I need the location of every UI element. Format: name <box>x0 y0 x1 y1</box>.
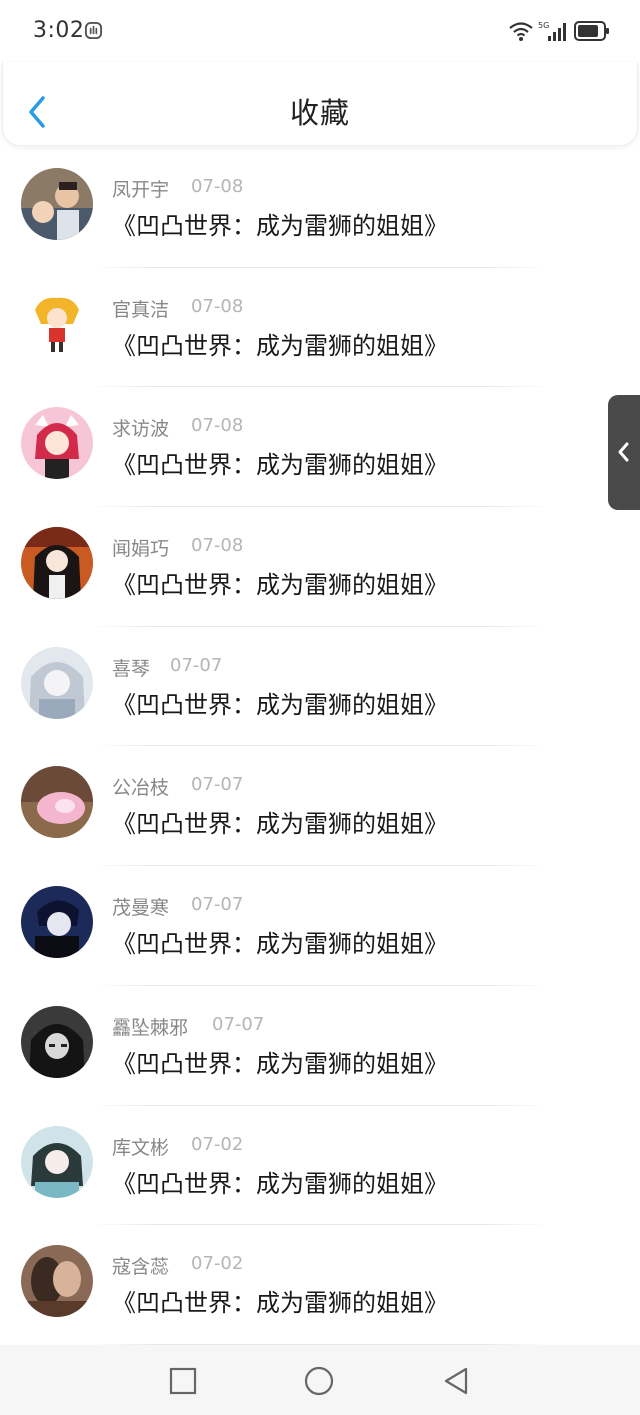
header-bar: 收藏 <box>2 62 638 146</box>
item-date: 07-08 <box>191 176 244 197</box>
recents-square-icon[interactable] <box>167 1365 199 1397</box>
back-triangle-icon[interactable] <box>440 1365 472 1397</box>
avatar <box>21 1005 93 1078</box>
item-date: 07-08 <box>191 295 244 317</box>
wifi-icon <box>509 22 533 41</box>
battery-icon <box>574 21 609 41</box>
user-name: 凤开宇 <box>112 179 170 201</box>
home-circle-icon[interactable] <box>303 1365 335 1397</box>
avatar <box>21 287 93 360</box>
item-date: 07-07 <box>191 894 244 916</box>
list-item[interactable]: 靐坠棘邪 07-07 《凹凸世界：成为雷狮的姐姐》 <box>0 986 640 1106</box>
avatar <box>21 766 93 839</box>
item-date: 07-07 <box>212 1013 265 1035</box>
user-name: 公冶枝 <box>112 777 170 800</box>
item-title: 《凹凸世界：成为雷狮的姐姐》 <box>112 930 448 959</box>
item-title: 《凹凸世界：成为雷狮的姐姐》 <box>112 1289 448 1318</box>
app-notification-icon <box>84 21 103 40</box>
signal-icon: 5G <box>538 21 566 41</box>
item-title: 《凹凸世界：成为雷狮的姐姐》 <box>112 451 448 480</box>
status-time: 3:02 <box>33 18 85 43</box>
item-title: 《凹凸世界：成为雷狮的姐姐》 <box>112 810 448 839</box>
item-date: 07-02 <box>191 1133 244 1155</box>
item-title: 《凹凸世界：成为雷狮的姐姐》 <box>112 331 448 360</box>
user-name: 茂曼寒 <box>112 897 170 920</box>
user-name: 寇含蕊 <box>112 1256 170 1279</box>
item-date: 07-08 <box>191 415 244 437</box>
user-name: 靐坠棘邪 <box>112 1016 189 1039</box>
list-item[interactable]: 闻娟巧 07-08 《凹凸世界：成为雷狮的姐姐》 <box>0 507 640 627</box>
user-name: 库文彬 <box>112 1136 170 1159</box>
page-title: 收藏 <box>289 96 350 130</box>
list-item[interactable]: 茂曼寒 07-07 《凹凸世界：成为雷狮的姐姐》 <box>0 866 640 986</box>
list-item[interactable]: 官真洁 07-08 《凹凸世界：成为雷狮的姐姐》 <box>0 268 640 388</box>
item-date: 07-08 <box>191 535 244 557</box>
user-name: 闻娟巧 <box>112 538 170 561</box>
avatar <box>21 1125 93 1198</box>
item-title: 《凹凸世界：成为雷狮的姐姐》 <box>112 690 448 719</box>
user-name: 喜琴 <box>112 657 151 680</box>
user-name: 求访波 <box>112 418 170 441</box>
item-date: 07-07 <box>170 654 223 676</box>
list-item[interactable]: 喜琴 07-07 《凹凸世界：成为雷狮的姐姐》 <box>0 627 640 747</box>
list-item[interactable]: 寇含蕊 07-02 《凹凸世界：成为雷狮的姐姐》 <box>0 1225 640 1345</box>
item-title: 《凹凸世界：成为雷狮的姐姐》 <box>112 212 448 240</box>
avatar <box>21 407 93 480</box>
chevron-left-icon <box>618 442 629 462</box>
system-nav-bar <box>0 1345 640 1415</box>
avatar <box>21 886 93 959</box>
side-drawer-handle[interactable] <box>608 395 640 510</box>
list-item[interactable]: 公冶枝 07-07 《凹凸世界：成为雷狮的姐姐》 <box>0 746 640 867</box>
avatar <box>21 1245 93 1318</box>
list-item[interactable]: 求访波 07-08 《凹凸世界：成为雷狮的姐姐》 <box>0 387 640 508</box>
list-item[interactable]: 库文彬 07-02 《凹凸世界：成为雷狮的姐姐》 <box>0 1106 640 1226</box>
item-title: 《凹凸世界：成为雷狮的姐姐》 <box>112 571 448 600</box>
item-date: 07-02 <box>191 1253 244 1275</box>
network-label: 5G <box>538 21 549 30</box>
avatar <box>21 646 93 719</box>
user-name: 官真洁 <box>112 298 170 321</box>
favorites-list: 凤开宇 07-08 《凹凸世界：成为雷狮的姐姐》 官真洁 07-08 《凹凸世界… <box>0 148 640 1345</box>
avatar <box>21 527 93 600</box>
item-date: 07-07 <box>191 774 244 796</box>
status-bar: 3:02 5G <box>0 0 640 62</box>
item-title: 《凹凸世界：成为雷狮的姐姐》 <box>112 1049 448 1078</box>
avatar <box>21 168 93 240</box>
item-title: 《凹凸世界：成为雷狮的姐姐》 <box>112 1169 448 1198</box>
list-item[interactable]: 凤开宇 07-08 《凹凸世界：成为雷狮的姐姐》 <box>0 148 640 268</box>
